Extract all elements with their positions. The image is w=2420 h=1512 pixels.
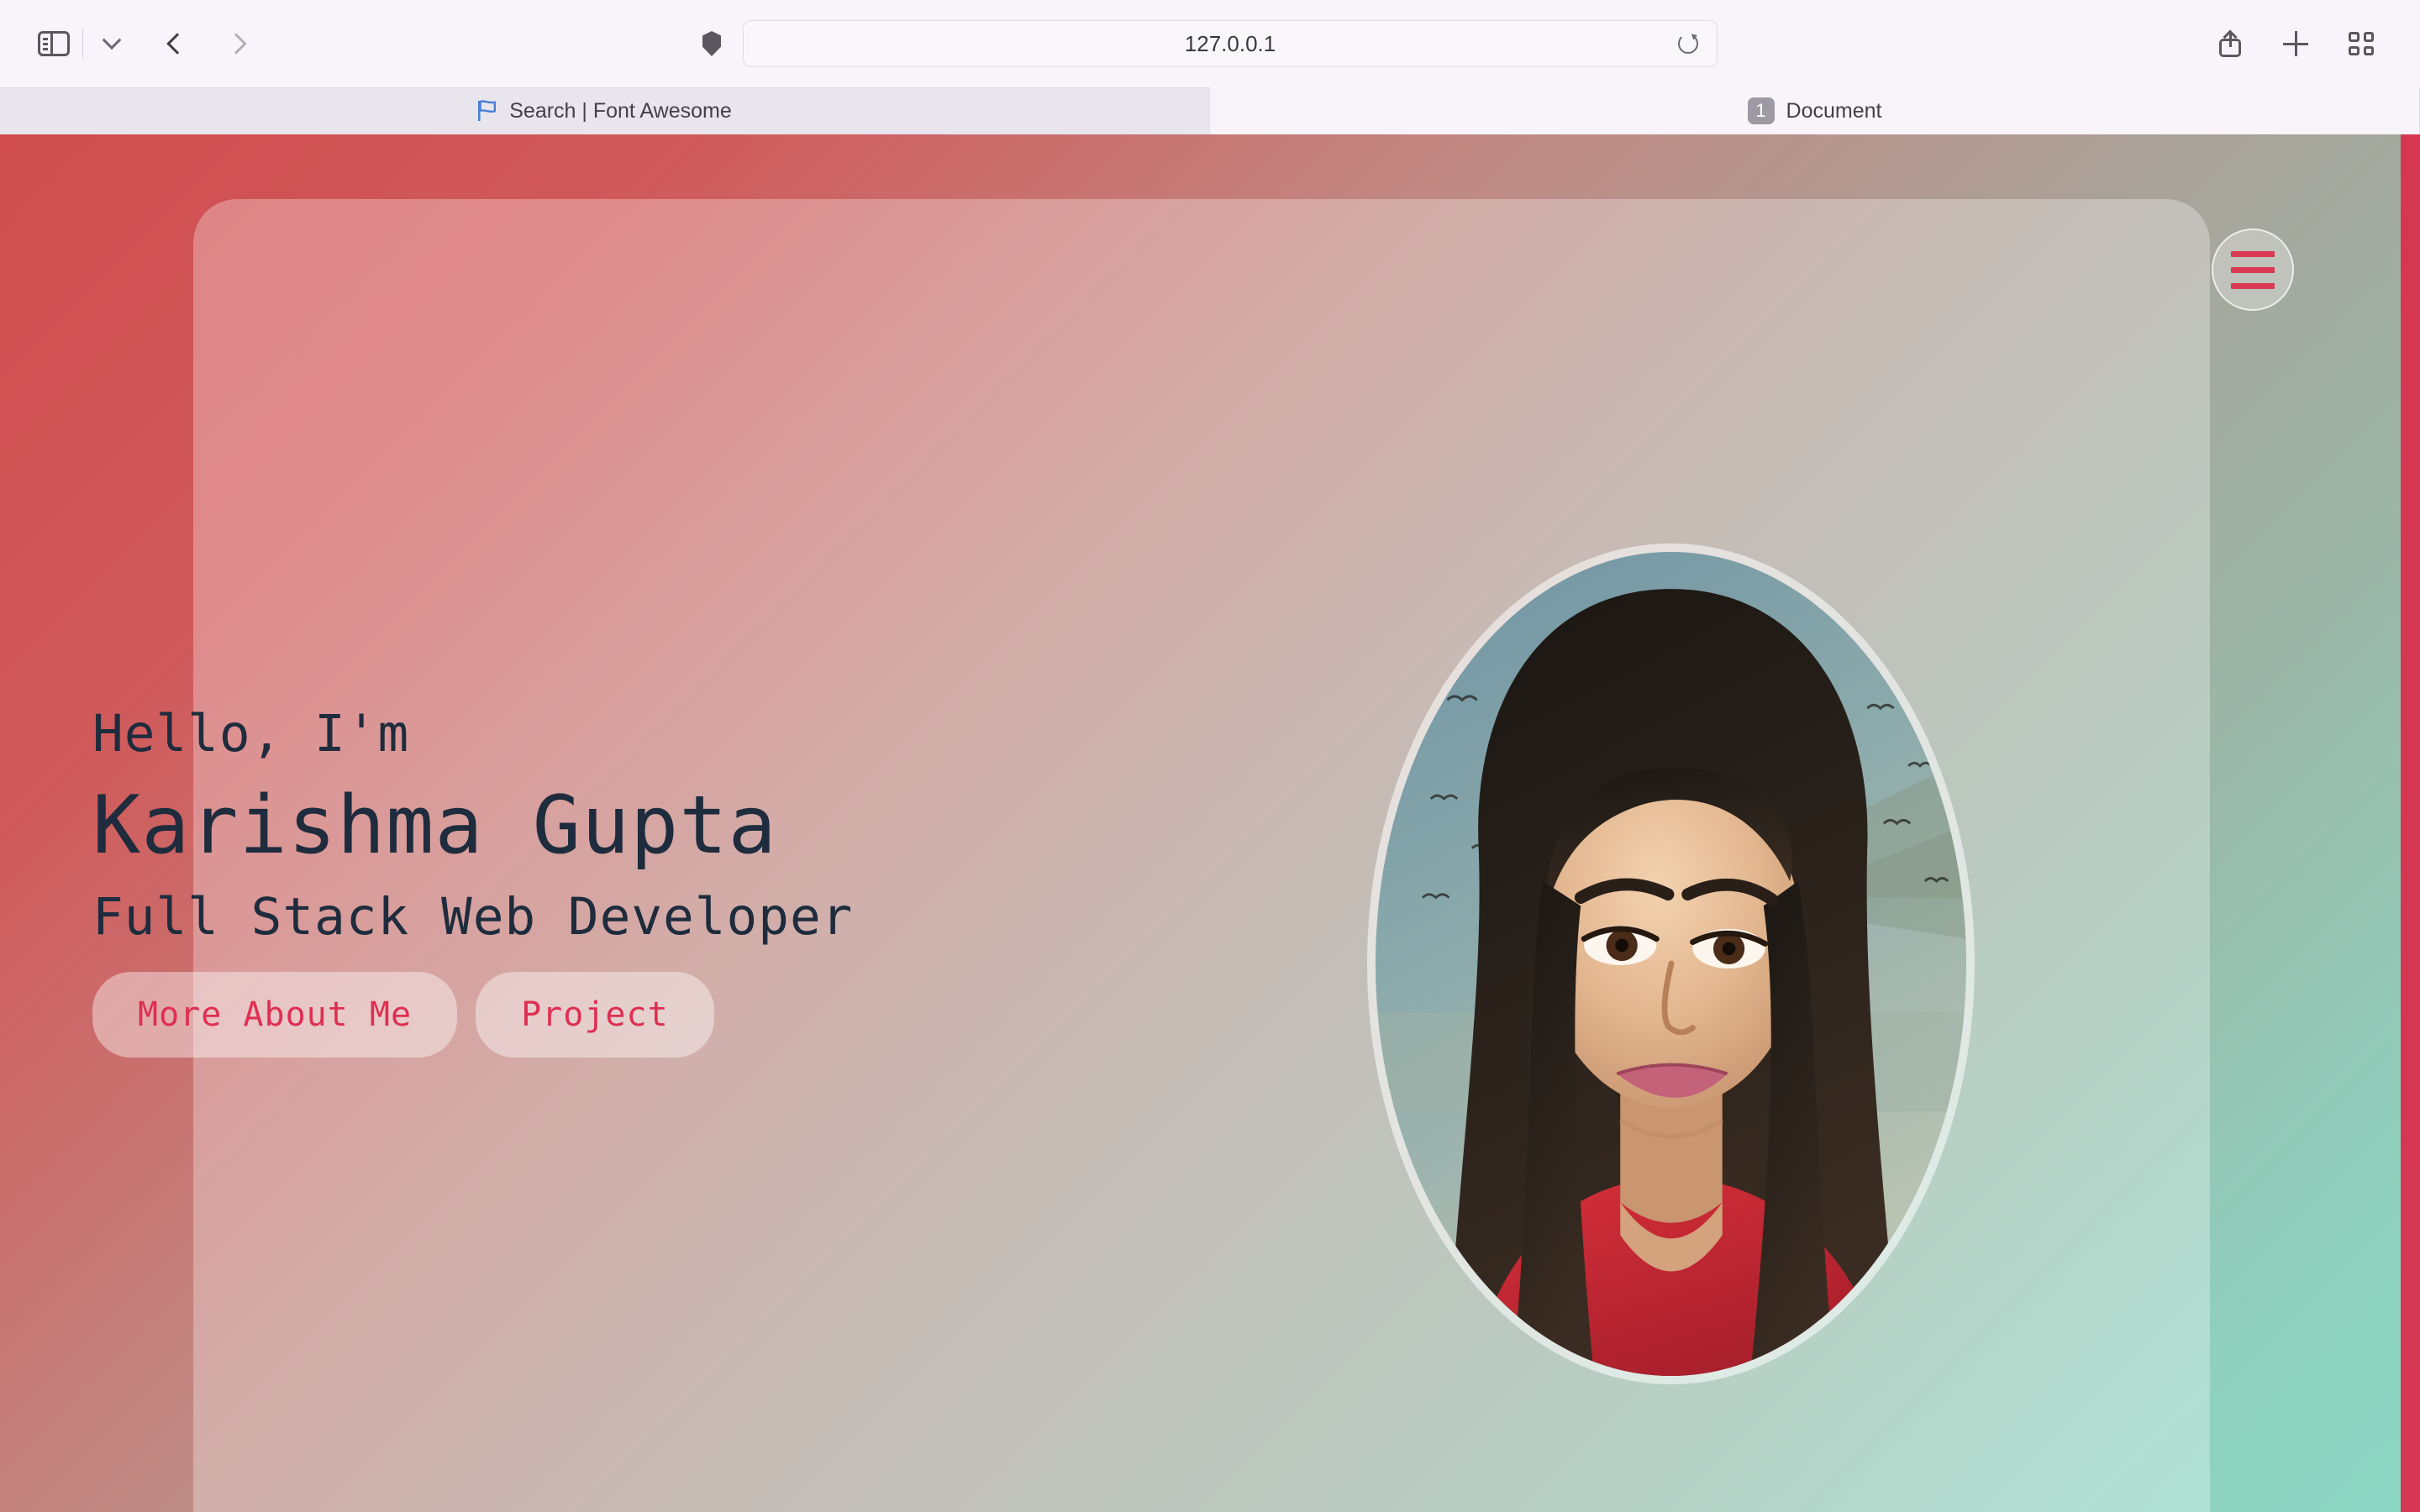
flag-icon: [477, 100, 497, 122]
tab-document[interactable]: 1 Document: [1210, 87, 2420, 134]
toolbar-divider: [82, 29, 83, 58]
tab-title: Document: [1786, 98, 1882, 123]
forward-button[interactable]: [213, 20, 260, 67]
sidebar-icon: [38, 31, 70, 56]
tab-overview-button[interactable]: [2338, 20, 2385, 67]
back-button[interactable]: [154, 20, 201, 67]
new-tab-button[interactable]: [2272, 20, 2319, 67]
hamburger-menu-icon: [2231, 266, 2275, 273]
sidebar-dropdown-button[interactable]: [88, 20, 135, 67]
page-viewport: Hello, I'm Karishma Gupta Full Stack Web…: [0, 134, 2420, 1512]
hero-action-buttons: More About Me Project: [92, 972, 1101, 1058]
hero-role: Full Stack Web Developer: [92, 887, 854, 948]
hamburger-menu-icon: [2231, 282, 2275, 289]
toolbar-left-group: [0, 20, 260, 67]
toolbar-center-group: 127.0.0.1: [702, 20, 1718, 67]
hero-text-block: Hello, I'm Karishma Gupta Full Stack Web…: [92, 706, 1101, 1058]
address-bar[interactable]: 127.0.0.1: [743, 20, 1718, 67]
tab-overview-icon: [2349, 32, 2374, 55]
vertical-scrollbar[interactable]: [2401, 134, 2420, 1512]
address-bar-text: 127.0.0.1: [1184, 30, 1276, 56]
profile-portrait: [1367, 543, 1975, 1384]
tab-search-font-awesome[interactable]: Search | Font Awesome: [0, 87, 1210, 134]
browser-toolbar: 127.0.0.1: [0, 0, 2420, 87]
tab-bar: Search | Font Awesome 1 Document: [0, 87, 2420, 134]
back-arrow-icon: [166, 33, 188, 55]
share-button[interactable]: [2207, 20, 2254, 67]
browser-window: 127.0.0.1 Search | Font Awesome 1 Docume…: [0, 0, 2420, 1512]
hero-name: Karishma Gupta: [92, 780, 777, 873]
hero-greeting: Hello, I'm: [92, 704, 410, 764]
plus-icon: [2283, 31, 2308, 56]
forward-arrow-icon: [225, 33, 247, 55]
more-about-me-button[interactable]: More About Me: [92, 972, 458, 1058]
tab-title: Search | Font Awesome: [509, 98, 732, 123]
project-button[interactable]: Project: [476, 972, 714, 1058]
portrait-image: [1376, 552, 1966, 1376]
hamburger-menu-icon: [2231, 250, 2275, 257]
shield-icon[interactable]: [702, 31, 721, 56]
sidebar-toggle-button[interactable]: [30, 20, 77, 67]
chevron-down-icon: [102, 30, 122, 50]
hamburger-menu-button[interactable]: [2212, 228, 2294, 311]
reload-icon[interactable]: [1678, 34, 1698, 54]
share-icon: [2219, 29, 2241, 57]
toolbar-right-group: [2207, 20, 2420, 67]
tab-badge: 1: [1747, 97, 1775, 124]
